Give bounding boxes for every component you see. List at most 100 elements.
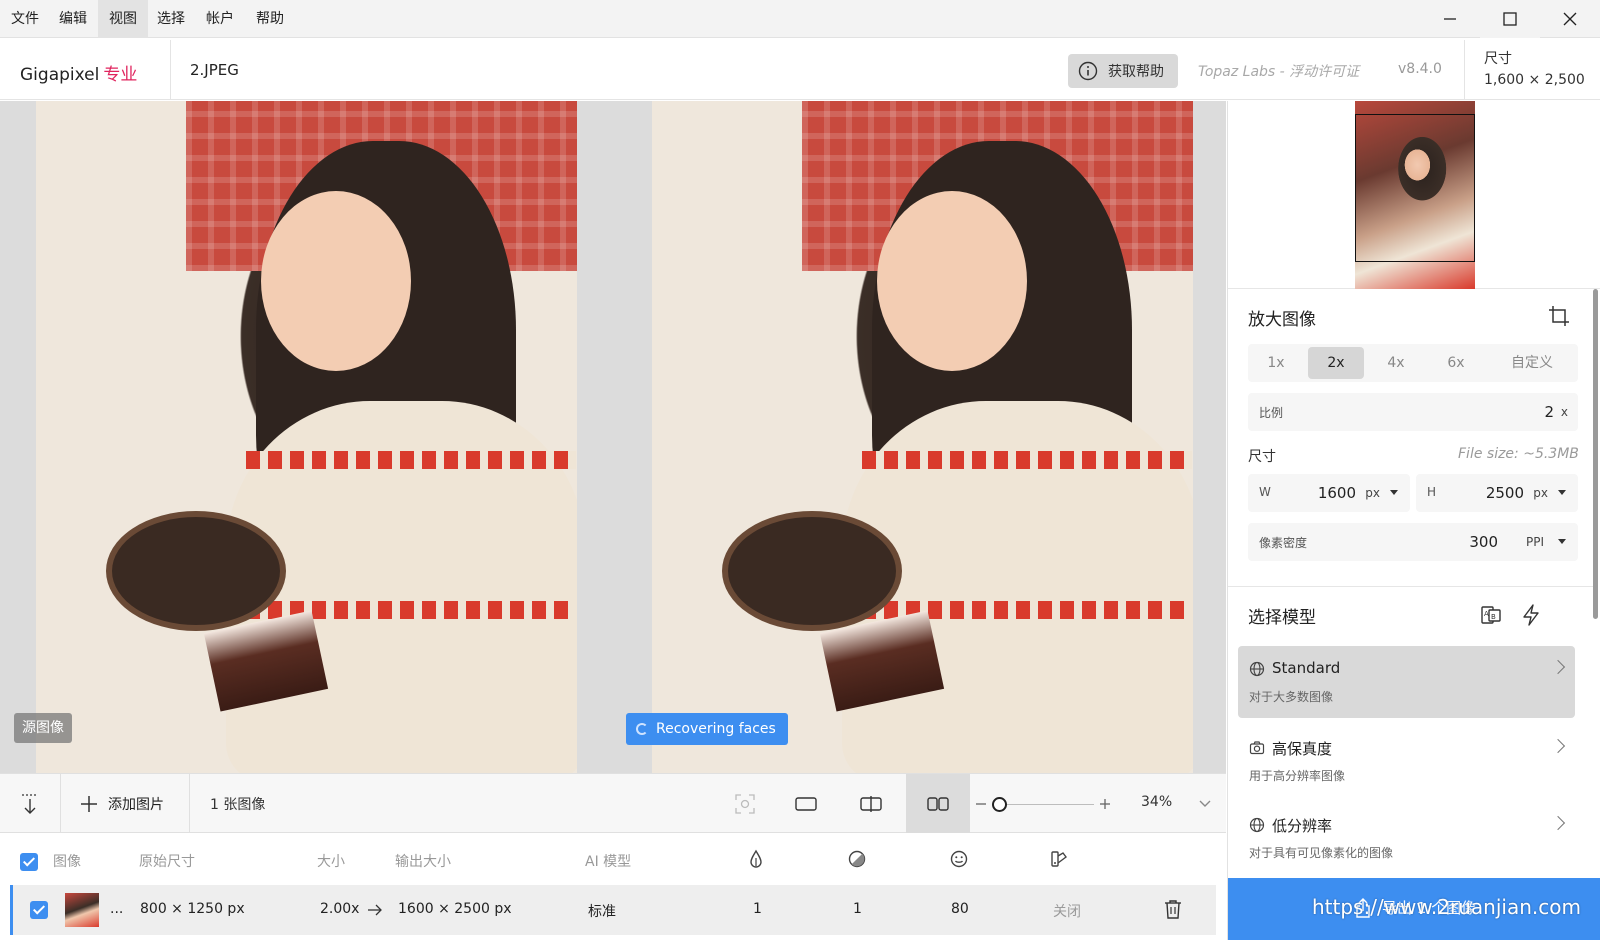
zoom-slider-track[interactable] bbox=[994, 804, 1094, 805]
density-unit: PPI bbox=[1525, 535, 1544, 549]
add-image-button[interactable]: 添加图片 bbox=[62, 774, 188, 834]
row-scale: 2.00x bbox=[320, 901, 360, 917]
navigator[interactable] bbox=[1228, 101, 1600, 289]
select-all-checkbox[interactable] bbox=[20, 853, 38, 871]
app-title: Gigapixel bbox=[20, 65, 100, 85]
side-by-side-view-button[interactable] bbox=[906, 774, 970, 834]
globe-icon bbox=[1249, 661, 1265, 677]
globe-icon bbox=[1249, 817, 1265, 833]
menu-view[interactable]: 视图 bbox=[98, 0, 148, 38]
tab-scale-4x[interactable]: 4x bbox=[1368, 344, 1424, 382]
col-scale: 大小 bbox=[317, 854, 345, 870]
model-standard-name: Standard bbox=[1272, 659, 1341, 677]
width-field[interactable]: W 1600 px bbox=[1248, 474, 1410, 512]
upscale-section-title: 放大图像 bbox=[1248, 310, 1316, 330]
preview-toolbar: 添加图片 1 张图像 34% bbox=[0, 773, 1226, 834]
minimize-button-2[interactable] bbox=[1420, 0, 1480, 38]
svg-text:B: B bbox=[1491, 613, 1496, 621]
menu-file[interactable]: 文件 bbox=[0, 0, 50, 38]
face-detect-button[interactable] bbox=[715, 774, 775, 834]
menu-help[interactable]: 帮助 bbox=[245, 0, 295, 38]
width-unit: px bbox=[1365, 486, 1380, 500]
split-view-icon bbox=[860, 796, 882, 812]
current-file-name: 2.JPEG bbox=[190, 61, 239, 79]
ratio-value: 2 bbox=[1544, 403, 1554, 421]
height-field[interactable]: H 2500 px bbox=[1416, 474, 1578, 512]
import-button[interactable] bbox=[0, 774, 60, 834]
face-frame-icon bbox=[735, 794, 755, 814]
file-size: File size: ~5.3MB bbox=[1458, 446, 1579, 462]
model-high-fidelity-card[interactable]: 高保真度 用于高分辨率图像 bbox=[1238, 725, 1575, 797]
trash-icon[interactable] bbox=[1164, 899, 1182, 919]
scale-tabs: 1x 2x 4x 6x 自定义 bbox=[1248, 344, 1578, 382]
caret-down-icon[interactable] bbox=[1558, 539, 1566, 544]
row-output-size: 1600 × 2500 px bbox=[398, 901, 512, 917]
model-low-resolution-card[interactable]: 低分辨率 对于具有可见像素化的图像 bbox=[1238, 802, 1575, 874]
tab-scale-2x[interactable]: 2x bbox=[1308, 347, 1364, 379]
menu-select[interactable]: 选择 bbox=[146, 0, 196, 38]
image-list-table: 图像 原始尺寸 大小 输出大小 AI 模型 ... 800 × 1250 px … bbox=[0, 833, 1226, 940]
plus-small-icon bbox=[1100, 799, 1110, 809]
crop-icon[interactable] bbox=[1548, 305, 1570, 327]
table-row[interactable]: ... 800 × 1250 px 2.00x 1600 × 2500 px 标… bbox=[10, 885, 1216, 935]
caret-down-icon[interactable] bbox=[1390, 490, 1398, 495]
row-sharpen: 1 bbox=[853, 901, 862, 917]
source-image bbox=[36, 101, 577, 773]
denoise-icon bbox=[750, 849, 762, 868]
height-label: H bbox=[1427, 485, 1437, 499]
col-image: 图像 bbox=[53, 854, 81, 870]
app-header: Gigapixel 专业 2.JPEG 获取帮助 Topaz Labs - 浮动许… bbox=[0, 40, 1600, 100]
model-standard-desc: 对于大多数图像 bbox=[1249, 690, 1334, 704]
navigator-viewport-frame[interactable] bbox=[1355, 114, 1475, 262]
zoom-dropdown-button[interactable] bbox=[1192, 774, 1218, 834]
row-face-recovery: 80 bbox=[951, 901, 969, 917]
recovering-faces-label: Recovering faces bbox=[656, 721, 776, 737]
width-value: 1600 bbox=[1317, 484, 1356, 502]
single-view-button[interactable] bbox=[776, 774, 836, 834]
menu-account[interactable]: 帐户 bbox=[195, 0, 245, 38]
chevron-right-icon bbox=[1550, 659, 1566, 675]
preview-area[interactable]: 源图像 Recovering faces bbox=[0, 101, 1226, 773]
tab-scale-6x[interactable]: 6x bbox=[1428, 344, 1484, 382]
zoom-level[interactable]: 34% bbox=[1141, 794, 1172, 810]
density-field[interactable]: 像素密度 300 PPI bbox=[1248, 523, 1578, 561]
header-divider-2 bbox=[1464, 40, 1465, 100]
model-low-resolution-name: 低分辨率 bbox=[1272, 817, 1333, 835]
zoom-in-button[interactable] bbox=[1096, 774, 1114, 834]
dimension-label: 尺寸 bbox=[1248, 449, 1276, 465]
tab-scale-1x[interactable]: 1x bbox=[1248, 344, 1304, 382]
ratio-field[interactable]: 比例 2 x bbox=[1248, 393, 1578, 431]
single-view-icon bbox=[795, 797, 817, 811]
zoom-out-button[interactable] bbox=[972, 774, 990, 834]
menu-edit[interactable]: 编辑 bbox=[48, 0, 98, 38]
model-high-fidelity-desc: 用于高分辨率图像 bbox=[1249, 769, 1346, 783]
close-window-button[interactable] bbox=[1540, 0, 1600, 38]
row-checkbox[interactable] bbox=[30, 901, 48, 919]
sharpen-icon bbox=[848, 850, 866, 868]
color-adjust-icon bbox=[1051, 851, 1067, 867]
row-original-size: 800 × 1250 px bbox=[140, 901, 245, 917]
model-standard-card[interactable]: Standard 对于大多数图像 bbox=[1238, 646, 1575, 718]
zoom-slider-knob[interactable] bbox=[992, 797, 1007, 812]
side-by-side-icon bbox=[927, 797, 949, 811]
chevron-right-icon bbox=[1550, 815, 1566, 831]
row-denoise: 1 bbox=[753, 901, 762, 917]
panel-scrollbar[interactable] bbox=[1593, 289, 1598, 619]
minus-icon bbox=[976, 803, 986, 805]
spinner-icon bbox=[636, 723, 648, 735]
caret-down-icon[interactable] bbox=[1558, 490, 1566, 495]
get-help-button[interactable]: 获取帮助 bbox=[1068, 54, 1178, 88]
maximize-icon bbox=[1503, 12, 1517, 26]
plus-icon bbox=[81, 796, 97, 812]
compare-models-icon[interactable]: BA bbox=[1480, 604, 1502, 626]
split-view-button[interactable] bbox=[841, 774, 901, 834]
col-original-size: 原始尺寸 bbox=[139, 854, 195, 870]
maximize-window-button[interactable] bbox=[1480, 0, 1540, 38]
model-section-title: 选择模型 bbox=[1248, 608, 1316, 628]
settings-panel: 放大图像 1x 2x 4x 6x 自定义 比例 2 x 尺寸 File size… bbox=[1227, 101, 1600, 940]
svg-text:A: A bbox=[1484, 610, 1489, 618]
minimize-icon bbox=[1444, 18, 1456, 20]
ratio-label: 比例 bbox=[1259, 406, 1284, 420]
lightning-icon[interactable] bbox=[1520, 604, 1542, 626]
tab-scale-custom[interactable]: 自定义 bbox=[1488, 344, 1576, 382]
